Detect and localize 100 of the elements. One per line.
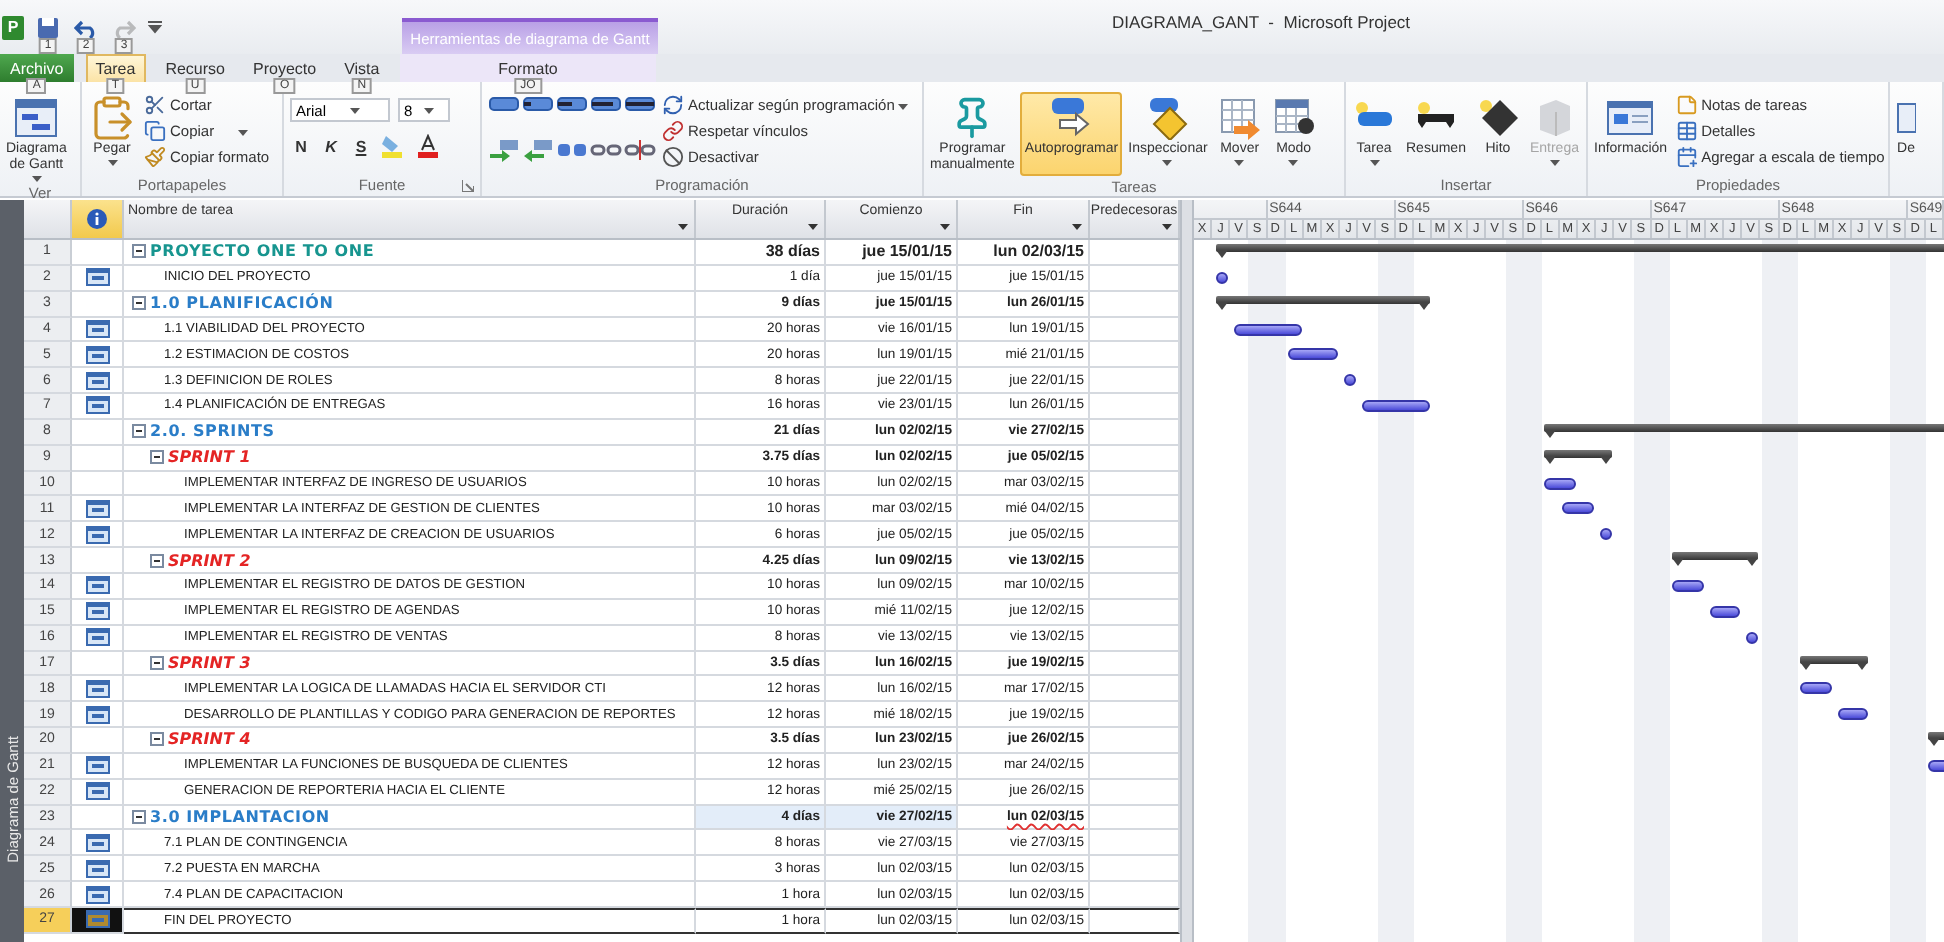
collapse-icon[interactable] xyxy=(132,424,146,439)
filter-caret-icon[interactable] xyxy=(940,224,950,230)
finish-cell: lun 02/03/15 xyxy=(958,240,1090,266)
note-icon xyxy=(1675,94,1698,116)
task-name: 2.0. SPRINTS xyxy=(150,422,275,441)
unlink-tasks-icon xyxy=(624,137,656,161)
task-bar[interactable] xyxy=(1544,477,1576,490)
predecessors-cell xyxy=(1090,548,1180,574)
calendar-indicator-icon xyxy=(85,885,109,904)
collapse-icon[interactable] xyxy=(150,450,164,465)
details-icon xyxy=(1675,120,1698,142)
customize-caret-icon[interactable] xyxy=(148,20,162,34)
calendar-indicator-icon xyxy=(85,756,109,775)
task-bar[interactable] xyxy=(1288,348,1338,361)
task-bar[interactable] xyxy=(1672,579,1704,592)
predecessors-cell xyxy=(1090,907,1180,934)
cut-icon xyxy=(144,94,166,116)
predecessors-cell xyxy=(1090,651,1180,677)
predecessors-cell xyxy=(1090,856,1180,883)
task-bar[interactable] xyxy=(1599,528,1613,541)
predecessors-cell xyxy=(1090,882,1180,908)
predecessors-cell xyxy=(1090,419,1180,446)
predecessors-cell xyxy=(1090,753,1180,780)
font-style-button[interactable]: S xyxy=(350,137,372,155)
predecessors-cell xyxy=(1090,445,1180,472)
milestone-icon xyxy=(1475,96,1520,140)
collapse-icon[interactable] xyxy=(150,655,164,670)
calendar-indicator-icon xyxy=(85,345,109,364)
update-icon xyxy=(662,94,684,116)
dialog-launcher-icon[interactable] xyxy=(462,180,474,192)
task-bar[interactable] xyxy=(1709,605,1741,618)
summary-bar[interactable] xyxy=(1544,423,1944,438)
task-bar[interactable] xyxy=(1800,682,1832,695)
calendar-indicator-icon xyxy=(85,371,109,390)
collapse-icon[interactable] xyxy=(132,809,146,824)
paste-icon xyxy=(88,94,136,142)
information-icon xyxy=(1606,96,1655,140)
copy-icon xyxy=(144,120,166,142)
calendar-indicator-icon xyxy=(85,525,109,544)
ribbon-tab[interactable]: Proyecto xyxy=(245,54,325,82)
calendar-indicator-icon xyxy=(85,859,109,878)
ribbon-tab[interactable]: Recurso xyxy=(157,54,233,82)
collapse-icon[interactable] xyxy=(150,732,164,747)
summary-bar[interactable] xyxy=(1215,244,1944,258)
predecessors-cell xyxy=(1090,573,1180,600)
quick-access-button[interactable] xyxy=(34,13,62,41)
task-bar[interactable] xyxy=(1745,631,1759,644)
percent-complete-icon xyxy=(488,96,520,116)
summary-bar[interactable] xyxy=(1544,449,1613,464)
predecessors-cell xyxy=(1090,240,1180,266)
indicator-header[interactable] xyxy=(72,200,124,238)
percent-complete-icon xyxy=(556,96,588,116)
calendar-indicator-icon xyxy=(85,396,109,415)
predecessors-cell xyxy=(1090,471,1180,497)
font-style-button[interactable]: N xyxy=(290,137,312,155)
calendar-indicator-icon xyxy=(85,910,109,929)
move-icon xyxy=(1217,96,1262,140)
predecessors-cell xyxy=(1090,779,1180,806)
font-style-button[interactable]: K xyxy=(320,137,342,155)
inspect-icon xyxy=(1145,96,1190,140)
ribbon-tab[interactable]: Formato xyxy=(400,54,656,82)
summary-bar[interactable] xyxy=(1800,655,1869,669)
task-bar[interactable] xyxy=(1233,323,1302,336)
predecessors-cell xyxy=(1090,522,1180,549)
task-name: 3.0 IMPLANTACION xyxy=(150,807,330,826)
task-bar[interactable] xyxy=(1343,374,1356,387)
highlight-color-icon[interactable] xyxy=(380,134,408,158)
info-icon xyxy=(86,208,108,230)
calendar-indicator-icon xyxy=(85,679,109,698)
collapse-icon[interactable] xyxy=(132,296,146,311)
collapse-icon[interactable] xyxy=(132,244,146,259)
task-bar[interactable] xyxy=(1361,400,1430,413)
undo-icon xyxy=(74,15,98,39)
filter-caret-icon[interactable] xyxy=(1162,224,1172,230)
ribbon-tab[interactable]: Archivo xyxy=(0,54,74,82)
filter-caret-icon[interactable] xyxy=(678,224,688,230)
ribbon-tab[interactable]: Tarea xyxy=(85,54,146,82)
task-name: PROYECTO ONE TO ONE xyxy=(150,242,375,261)
predecessors-cell xyxy=(1090,291,1180,318)
ribbon-tab[interactable]: Vista xyxy=(336,54,388,82)
timeline-icon xyxy=(1675,146,1698,168)
link-icon xyxy=(662,120,684,142)
filter-caret-icon[interactable] xyxy=(1072,224,1082,230)
calendar-indicator-icon xyxy=(85,782,109,801)
calendar-indicator-icon xyxy=(85,499,109,518)
task-bar[interactable] xyxy=(1562,502,1594,515)
task-name: SPRINT 1 xyxy=(168,448,251,467)
dropdown-caret-icon xyxy=(423,108,434,114)
predecessors-cell xyxy=(1090,702,1180,729)
task-bar[interactable] xyxy=(1215,271,1228,284)
task-bar[interactable] xyxy=(1837,708,1869,721)
predecessors-cell xyxy=(1090,368,1180,395)
calendar-indicator-icon xyxy=(85,576,109,595)
outdent-icon xyxy=(488,137,520,161)
summary-bar[interactable] xyxy=(1672,552,1759,567)
collapse-icon[interactable] xyxy=(150,553,164,568)
font-color-icon[interactable] xyxy=(416,134,440,158)
filter-caret-icon[interactable] xyxy=(808,224,818,230)
summary-bar[interactable] xyxy=(1215,295,1430,310)
percent-complete-icon xyxy=(624,96,656,116)
